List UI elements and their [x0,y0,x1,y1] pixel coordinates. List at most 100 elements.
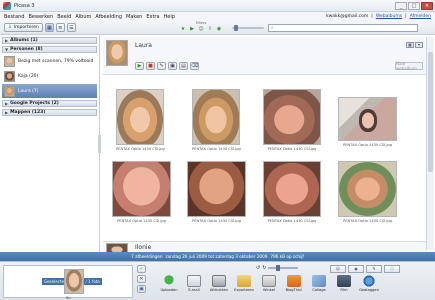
web-albums-link[interactable]: Webalbums [376,14,402,19]
edit-person-button[interactable]: ✎ [157,62,166,70]
remove-button[interactable]: ■ [146,62,155,70]
grid-view-icon[interactable]: ▦ [406,42,414,48]
photo-tile[interactable]: PENTAX Optio 1430 CSI.jpg [263,161,321,223]
places-button[interactable]: ◉ [348,265,364,273]
menu-view[interactable]: Beeld [57,14,71,20]
action-label: Winkel [263,288,275,292]
geo-filter-icon[interactable]: ◉ [216,26,222,32]
pin-icon: ✓ [139,266,144,272]
photo-caption: PENTAX Optio 1430 CSI.jpg [343,143,392,147]
tray-side-buttons: ✓ ✕ ▣ [137,265,146,293]
menu-album[interactable]: Album [75,14,91,20]
photo-thumbnail[interactable] [263,89,321,145]
menu-edit[interactable]: Bewerken [28,14,53,20]
sign-out-link[interactable]: Afmelden [410,14,431,19]
zoom-knob[interactable] [276,265,281,271]
collapse-triangle-icon: ▼ [5,47,9,52]
clear-button[interactable]: ✕ [137,275,146,283]
photo-caption: PENTAX Optio 1430 CSI.jpg [267,147,317,151]
account-area: kwakk@gmail.com | Webalbums | Afmelden [326,12,431,21]
collage-action-button[interactable]: Collage [308,275,330,292]
photo-tile[interactable]: PENTAX Optio 1430 CSI.jpg [263,89,321,151]
movie-button[interactable]: ▤ [179,62,188,70]
menu-create[interactable]: Maken [126,14,142,20]
upload-button[interactable]: Uploaden [158,275,180,292]
photo-thumbnail[interactable] [263,161,321,217]
add-to-album-button[interactable]: ▣ [137,285,146,293]
photo-thumbnail[interactable] [116,89,164,145]
pencil-icon: ✎ [159,63,164,69]
photo-tile[interactable]: PENTAX Optio 1430 CSI.jpg [192,89,241,151]
people-group[interactable]: ▼ Personen (8) [2,46,97,53]
face-filter-icon[interactable]: ☺ [198,26,204,32]
movie-action-button[interactable]: Film [333,275,355,292]
geotag-button[interactable]: Geotaggen [358,275,380,292]
menu-help[interactable]: Help [164,14,175,20]
avatar [4,55,15,67]
sort-icon[interactable]: ▾ [415,42,423,48]
tray-thumbnail-caption: Bic [66,296,72,300]
maximize-button[interactable]: □ [408,2,420,10]
tray-selection-box[interactable]: Geselecteerd album / 1 foto Bic [3,265,133,300]
photo-subject [358,108,378,132]
photo-thumbnail[interactable] [112,161,171,217]
expand-triangle-icon: ▶ [5,101,9,106]
import-button[interactable]: ⇩ Importeren [4,23,43,32]
sidebar-item-laura[interactable]: Laura (7) [2,84,97,98]
rotate-right-icon[interactable]: ↻ [262,265,266,271]
scrollbar-thumb[interactable] [428,52,433,172]
hold-button[interactable]: ✓ [137,265,146,273]
export-button[interactable]: Exporteren [233,275,255,292]
search-field[interactable]: ⌕ [268,24,418,32]
photo-tile[interactable]: PENTAX Optio 1430 CSI.jpg [112,161,171,223]
trash-icon: ⌫ [190,63,199,69]
rotate-left-icon[interactable]: ↺ [256,265,260,271]
minimize-button[interactable]: _ [395,2,407,10]
photo-tile[interactable]: PENTAX Optio 1430 CSI.jpg [338,97,397,147]
view-list-button[interactable]: ☰ [66,23,76,32]
close-button[interactable]: × [421,2,433,10]
vertical-scrollbar[interactable] [426,37,434,250]
photo-tile[interactable]: PENTAX Optio 1430 CSI.jpg [116,89,165,151]
email-icon [187,275,201,287]
picasa-logo-icon [3,1,11,10]
tray-thumbnail[interactable] [64,269,84,294]
tags-button[interactable]: ✎ [366,265,382,273]
photo-thumbnail[interactable] [192,89,240,145]
menu-tools[interactable]: Extra [146,14,159,20]
sidebar-item-kaja[interactable]: Kaja (20) [2,69,97,83]
view-library-button[interactable]: ▦ [44,23,54,32]
photo-tile[interactable]: PENTAX Optio 1430 CSI.jpg [338,161,397,223]
title-bar: Picasa 3 _ □ × [0,0,435,12]
sidebar-item-scanning[interactable]: Bezig met scannen, 79% voltooid [2,54,97,68]
albums-group[interactable]: ▶ Albums (1) [2,37,97,44]
star-filter-icon[interactable]: ★ [180,26,186,32]
folders-group[interactable]: ▶ Mappen (123) [2,109,97,116]
share-button[interactable]: Naar webalbum [395,61,423,71]
menu-picture[interactable]: Afbeelding [95,14,122,20]
info-button[interactable]: ⓘ [384,265,400,273]
upload-filter-icon[interactable]: ⇧ [207,26,213,32]
photo-thumbnail[interactable] [187,161,246,217]
avatar [4,85,15,97]
blogthis-button[interactable]: BlogThis! [283,275,305,292]
google-projects-group[interactable]: ▶ Google Projects (2) [2,100,97,107]
shop-button[interactable]: Winkel [258,275,280,292]
menu-file[interactable]: Bestand [4,14,24,20]
image-count: 7 afbeeldingen [131,254,163,259]
people-button[interactable]: ☺ [330,265,346,273]
play-slideshow-button[interactable]: ▶ [135,62,144,70]
date-filter-slider[interactable] [232,25,264,31]
delete-button[interactable]: ⌫ [190,62,199,70]
photo-tile[interactable]: PENTAX Optio 1430 CSI.jpg [187,161,246,223]
video-filter-icon[interactable]: ▶ [189,26,195,32]
zoom-slider[interactable] [268,265,299,271]
photo-thumbnail[interactable] [338,161,397,217]
view-tree-button[interactable]: ≡ [55,23,65,32]
email-button[interactable]: E-mail [183,275,205,292]
collage-button[interactable]: ▣ [168,62,177,70]
photo-thumbnail[interactable] [338,97,397,141]
print-button[interactable]: Afdrukken [208,275,230,292]
slider-knob[interactable] [234,25,238,31]
tray-actions: Uploaden E-mail Afdrukken Exporteren Win… [158,275,380,292]
